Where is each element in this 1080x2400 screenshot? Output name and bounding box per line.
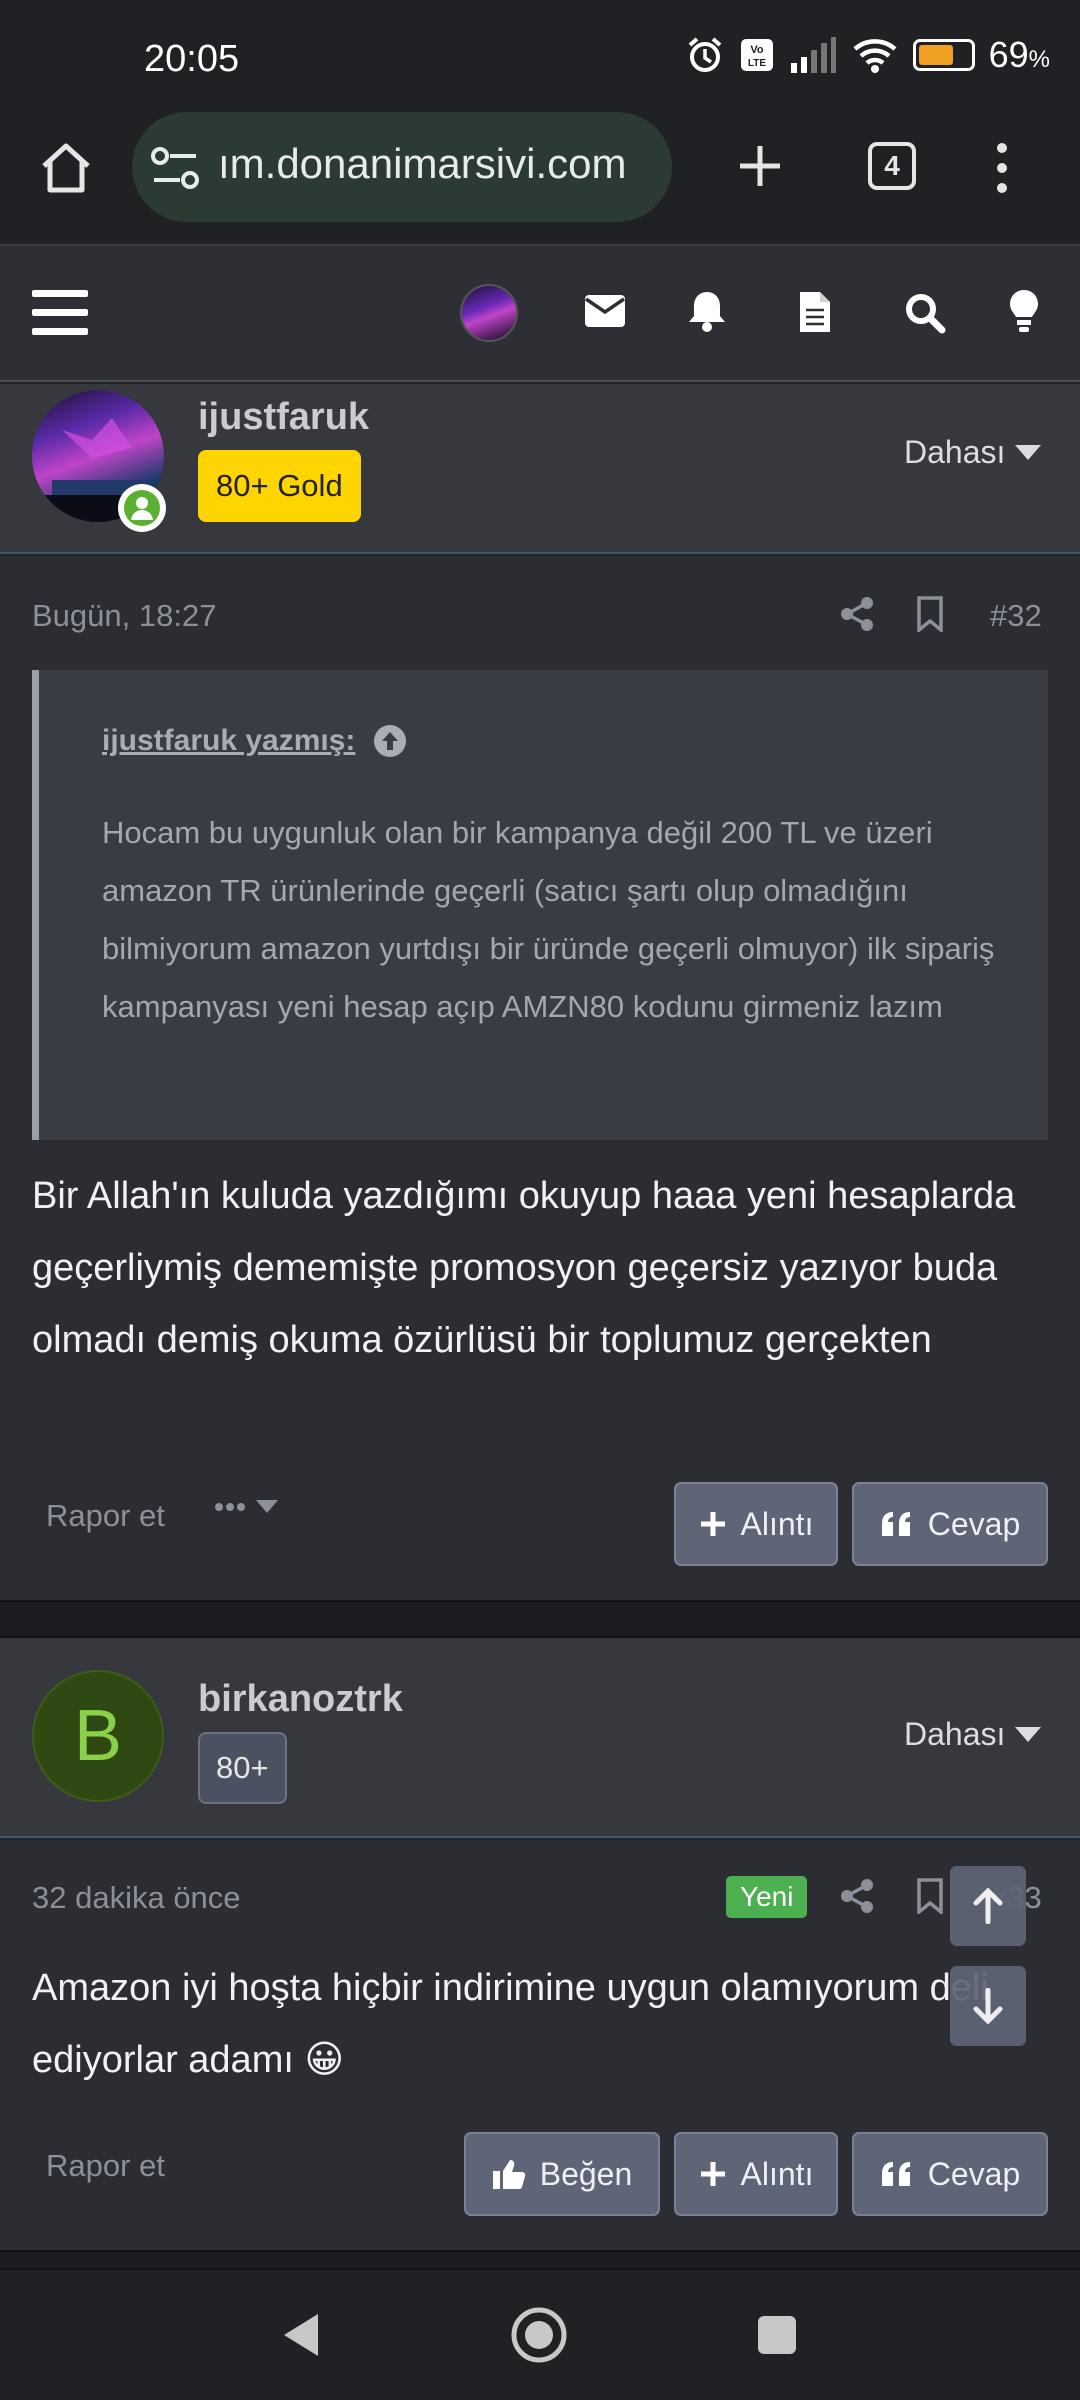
volte-icon: Vo LTE — [740, 39, 773, 71]
recents-icon[interactable] — [756, 2314, 798, 2356]
like-button[interactable]: Beğen — [464, 2132, 660, 2216]
plus-icon — [700, 2162, 725, 2186]
author-username[interactable]: birkanoztrk — [198, 1678, 403, 1721]
post-text: Bir Allah'ın kuluda yazdığımı okuyup haa… — [32, 1175, 1016, 1361]
wifi-icon — [853, 39, 897, 73]
tab-switcher-button[interactable]: 4 — [868, 142, 916, 190]
quote-button[interactable]: Alıntı — [674, 2132, 838, 2216]
battery-percent: 69% — [988, 34, 1050, 75]
quote-button-label: Alıntı — [740, 1505, 814, 1542]
envelope-icon[interactable] — [584, 294, 626, 328]
more-label: Dahası — [904, 434, 1006, 470]
like-button-label: Beğen — [539, 2155, 633, 2192]
scroll-top-button[interactable] — [950, 1866, 1026, 1946]
user-title-badge: 80+ Gold — [198, 450, 361, 522]
arrow-down-icon — [973, 1988, 1003, 2024]
url-text[interactable]: ım.donanimarsivi.com — [218, 140, 626, 188]
user-avatar[interactable] — [460, 284, 518, 342]
post-actions-menu[interactable] — [214, 1500, 278, 1514]
post-date[interactable]: 32 dakika önce — [32, 1880, 241, 1916]
alarm-icon — [688, 37, 721, 72]
new-badge: Yeni — [726, 1876, 808, 1918]
lightbulb-icon[interactable] — [1008, 288, 1040, 334]
svg-text:Vo: Vo — [750, 44, 764, 56]
post-date[interactable]: Bugün, 18:27 — [32, 598, 216, 634]
report-link[interactable]: Rapor et — [46, 1498, 165, 1534]
reply-button[interactable]: Cevap — [852, 2132, 1048, 2216]
quote-header: ijustfaruk yazmış: — [102, 724, 407, 758]
quote-text: Hocam bu uygunluk olan bir kampanya deği… — [102, 815, 995, 1024]
reply-button-label: Cevap — [927, 1505, 1021, 1542]
plus-icon — [700, 1512, 725, 1536]
post-separator — [0, 1600, 1080, 1638]
quote-button[interactable]: Alıntı — [674, 1482, 838, 1566]
quote-author-link[interactable]: ijustfaruk yazmış: — [102, 724, 355, 758]
user-online-icon — [131, 497, 153, 520]
bookmark-icon[interactable] — [916, 596, 944, 632]
new-tab-icon[interactable] — [736, 142, 784, 190]
more-menu-icon[interactable] — [992, 140, 1012, 196]
arrow-up-circle-icon[interactable] — [373, 724, 407, 758]
status-icons: Vo LTE 69% — [685, 34, 1050, 76]
back-icon[interactable] — [282, 2312, 322, 2358]
quote-marks-icon — [881, 2162, 910, 2186]
arrow-up-icon — [973, 1888, 1003, 1924]
reply-button-label: Cevap — [927, 2155, 1021, 2192]
document-icon[interactable] — [798, 290, 832, 334]
signal-icon — [790, 37, 836, 73]
post-separator — [0, 2250, 1080, 2270]
bell-icon[interactable] — [688, 290, 726, 332]
reply-button[interactable]: Cevap — [852, 1482, 1048, 1566]
more-dropdown[interactable]: Dahası — [904, 1716, 1042, 1753]
ellipsis-icon — [215, 1503, 245, 1511]
author-username[interactable]: ijustfaruk — [198, 396, 369, 439]
svg-text:LTE: LTE — [748, 58, 766, 69]
share-icon[interactable] — [840, 1878, 874, 1914]
status-time: 20:05 — [144, 38, 240, 80]
search-icon[interactable] — [904, 292, 946, 334]
quote-button-label: Alıntı — [740, 2155, 814, 2192]
post-text: Amazon iyi hoşta hiçbir indirimine uygun… — [32, 1967, 989, 2081]
author-avatar[interactable]: B — [32, 1670, 164, 1802]
more-label: Dahası — [904, 1716, 1006, 1752]
caret-down-icon — [256, 1500, 278, 1513]
report-link[interactable]: Rapor et — [46, 2148, 165, 2184]
battery-icon — [912, 39, 975, 71]
bookmark-icon[interactable] — [916, 1878, 944, 1914]
site-settings-icon[interactable] — [150, 144, 206, 192]
user-title-badge: 80+ — [198, 1732, 287, 1804]
caret-down-icon — [1015, 1726, 1042, 1742]
home-icon[interactable] — [36, 138, 96, 198]
hamburger-menu-icon[interactable] — [32, 290, 88, 336]
more-dropdown[interactable]: Dahası — [904, 434, 1042, 471]
quote-marks-icon — [881, 1512, 910, 1536]
home-nav-icon[interactable] — [510, 2306, 568, 2364]
share-icon[interactable] — [840, 596, 874, 632]
thumbs-up-icon — [492, 2160, 526, 2189]
post-number[interactable]: #32 — [990, 598, 1042, 634]
scroll-bottom-button[interactable] — [950, 1966, 1026, 2046]
caret-down-icon — [1015, 444, 1042, 460]
